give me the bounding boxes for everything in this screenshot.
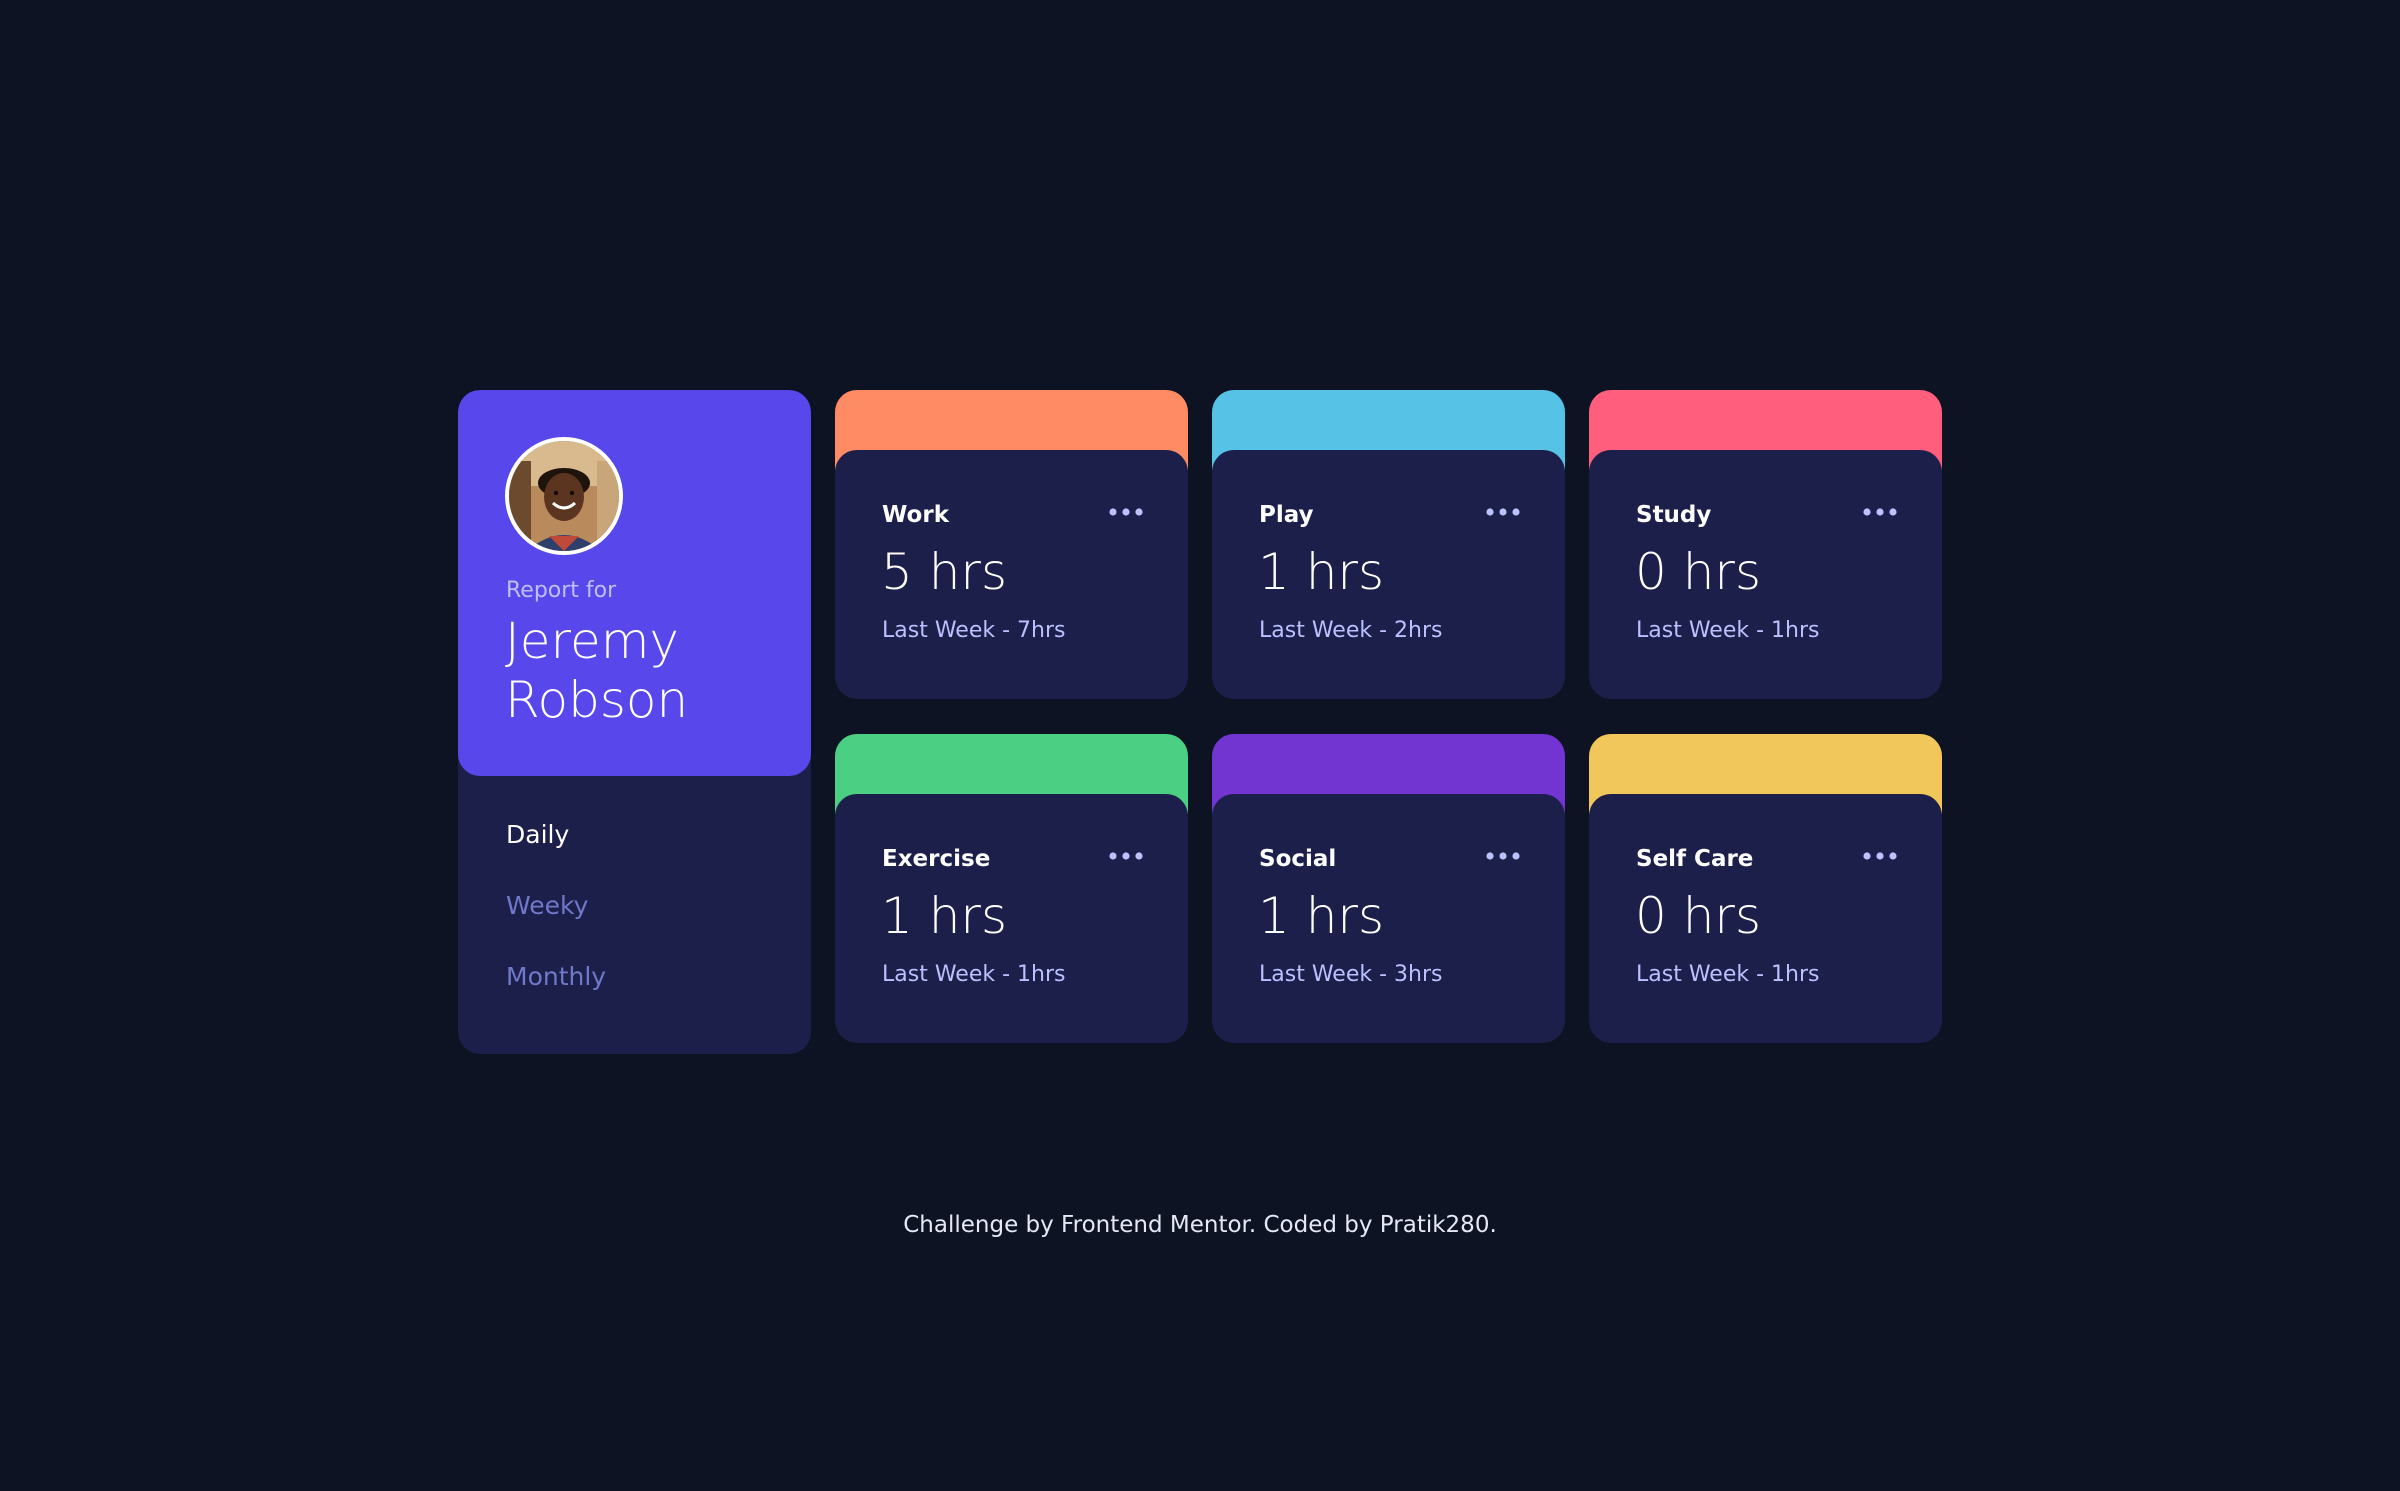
card-title: Social [1259, 846, 1337, 872]
ellipsis-icon[interactable] [1109, 844, 1143, 868]
activity-card-study: Study 0 hrs Last Week - 1hrs [1589, 390, 1942, 699]
ellipsis-icon[interactable] [1486, 500, 1520, 524]
tab-monthly[interactable]: Monthly [506, 962, 606, 1033]
attribution-footer: Challenge by Frontend Mentor. Coded by P… [903, 1212, 1497, 1238]
card-body: Work 5 hrs Last Week - 7hrs [835, 450, 1188, 699]
activity-card-play: Play 1 hrs Last Week - 2hrs [1212, 390, 1565, 699]
card-title: Work [882, 502, 949, 528]
current-hours: 0 hrs [1635, 543, 1762, 601]
activity-card-social: Social 1 hrs Last Week - 3hrs [1212, 734, 1565, 1043]
ellipsis-icon[interactable] [1109, 500, 1143, 524]
current-hours: 1 hrs [1258, 543, 1385, 601]
card-body: Self Care 0 hrs Last Week - 1hrs [1589, 794, 1942, 1043]
card-body: Exercise 1 hrs Last Week - 1hrs [835, 794, 1188, 1043]
current-hours: 0 hrs [1635, 887, 1762, 945]
card-body: Social 1 hrs Last Week - 3hrs [1212, 794, 1565, 1043]
previous-hours: Last Week - 1hrs [882, 962, 1066, 987]
person-avatar-icon [505, 437, 623, 555]
profile-card: Report for Jeremy Robson Daily Weeky Mon… [458, 390, 811, 1054]
card-body: Play 1 hrs Last Week - 2hrs [1212, 450, 1565, 699]
card-title: Exercise [882, 846, 991, 872]
previous-hours: Last Week - 2hrs [1259, 618, 1443, 643]
card-title: Play [1259, 502, 1314, 528]
ellipsis-icon[interactable] [1486, 844, 1520, 868]
card-title: Self Care [1636, 846, 1754, 872]
timeframe-tabs: Daily Weeky Monthly [506, 820, 606, 1033]
tab-weekly[interactable]: Weeky [506, 891, 606, 962]
previous-hours: Last Week - 1hrs [1636, 962, 1820, 987]
report-for-label: Report for [506, 578, 617, 603]
user-name: Jeremy Robson [505, 612, 689, 729]
time-tracking-dashboard: Report for Jeremy Robson Daily Weeky Mon… [458, 390, 1942, 1054]
previous-hours: Last Week - 1hrs [1636, 618, 1820, 643]
tab-daily[interactable]: Daily [506, 820, 606, 891]
card-title: Study [1636, 502, 1712, 528]
current-hours: 5 hrs [881, 543, 1008, 601]
activity-card-work: Work 5 hrs Last Week - 7hrs [835, 390, 1188, 699]
ellipsis-icon[interactable] [1863, 500, 1897, 524]
current-hours: 1 hrs [1258, 887, 1385, 945]
current-hours: 1 hrs [881, 887, 1008, 945]
activity-card-exercise: Exercise 1 hrs Last Week - 1hrs [835, 734, 1188, 1043]
card-body: Study 0 hrs Last Week - 1hrs [1589, 450, 1942, 699]
activity-card-self-care: Self Care 0 hrs Last Week - 1hrs [1589, 734, 1942, 1043]
ellipsis-icon[interactable] [1863, 844, 1897, 868]
previous-hours: Last Week - 3hrs [1259, 962, 1443, 987]
previous-hours: Last Week - 7hrs [882, 618, 1066, 643]
profile-header: Report for Jeremy Robson [458, 390, 811, 776]
